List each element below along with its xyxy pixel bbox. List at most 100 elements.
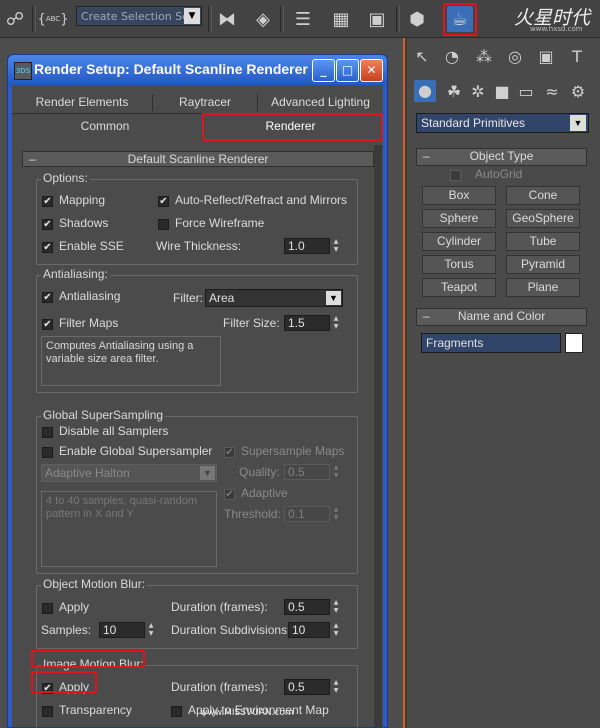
- spinner-arrows-icon[interactable]: ▲ ▼: [332, 599, 340, 615]
- close-button[interactable]: ✕: [360, 59, 383, 82]
- samples-spinner[interactable]: 10: [99, 622, 145, 638]
- supersample-maps-checkbox[interactable]: ✔: [224, 447, 235, 458]
- wire-thickness-label: Wire Thickness:: [156, 239, 242, 253]
- chevron-down-icon[interactable]: ▼: [570, 115, 586, 131]
- wire-thickness-spinner[interactable]: 1.0: [284, 238, 330, 254]
- curve-editor-icon[interactable]: ▦: [328, 6, 354, 32]
- motion-tab-icon[interactable]: ◎: [503, 45, 527, 69]
- subdivisions-spinner[interactable]: 10: [288, 622, 330, 638]
- tabs-row-top: Render Elements Raytracer Advanced Light…: [12, 91, 383, 114]
- antialiasing-title: Antialiasing:: [41, 267, 110, 281]
- create-tab-icon[interactable]: ↖: [410, 45, 434, 69]
- sampler-method-dropdown[interactable]: Adaptive Halton ▼: [41, 464, 217, 482]
- spinner-arrows-icon[interactable]: ▲ ▼: [147, 622, 155, 638]
- select-link-icon[interactable]: ☍: [2, 6, 28, 32]
- image-duration-spinner[interactable]: 0.5: [284, 679, 330, 695]
- object-button-teapot[interactable]: Teapot: [422, 278, 496, 297]
- material-editor-icon[interactable]: ⬢: [404, 6, 430, 32]
- filter-maps-checkbox[interactable]: ✔: [42, 319, 53, 330]
- shadows-checkbox[interactable]: ✔: [42, 219, 53, 230]
- selection-set-text: Create Selection Set: [81, 10, 194, 23]
- supersampling-title: Global SuperSampling: [41, 408, 166, 422]
- object-button-pyramid[interactable]: Pyramid: [506, 255, 580, 274]
- threshold-spinner[interactable]: 0.1: [284, 506, 330, 522]
- enable-sse-checkbox[interactable]: ✔: [42, 242, 53, 253]
- object-button-box[interactable]: Box: [422, 186, 496, 205]
- antialiasing-checkbox[interactable]: ✔: [42, 292, 53, 303]
- chevron-down-icon[interactable]: ▼: [184, 8, 200, 24]
- object-button-cone[interactable]: Cone: [506, 186, 580, 205]
- adaptive-checkbox[interactable]: ✔: [224, 489, 235, 500]
- spinner-arrows-icon[interactable]: ▲ ▼: [332, 464, 340, 480]
- force-wireframe-checkbox[interactable]: [158, 219, 169, 230]
- systems-icon[interactable]: ⚙: [566, 80, 590, 104]
- space-warps-icon[interactable]: ≈: [540, 80, 564, 104]
- helpers-icon[interactable]: ▭: [514, 80, 538, 104]
- disable-samplers-label: Disable all Samplers: [59, 424, 169, 438]
- site-logo: 火星时代 www.hxsd.com: [500, 3, 596, 35]
- dialog-scrollbar[interactable]: [374, 145, 382, 727]
- geometry-icon[interactable]: ●: [414, 80, 436, 102]
- object-button-plane[interactable]: Plane: [506, 278, 580, 297]
- object-duration-spinner[interactable]: 0.5: [284, 599, 330, 615]
- rollout-header[interactable]: – Default Scanline Renderer: [22, 151, 374, 167]
- object-button-sphere[interactable]: Sphere: [422, 209, 496, 228]
- object-button-cylinder[interactable]: Cylinder: [422, 232, 496, 251]
- spinner-arrows-icon[interactable]: ▲ ▼: [332, 622, 340, 638]
- primitive-category-dropdown[interactable]: Standard Primitives ▼: [416, 113, 589, 133]
- object-name-input[interactable]: Fragments: [421, 333, 561, 353]
- modify-tab-icon[interactable]: ◔: [440, 45, 464, 69]
- named-selection-icon[interactable]: {ABC}: [38, 6, 69, 32]
- enable-global-checkbox[interactable]: [42, 447, 53, 458]
- spinner-arrows-icon[interactable]: ▲ ▼: [332, 238, 340, 254]
- hierarchy-tab-icon[interactable]: ⁂: [472, 45, 496, 69]
- object-button-torus[interactable]: Torus: [422, 255, 496, 274]
- object-button-geosphere[interactable]: GeoSphere: [506, 209, 580, 228]
- align-icon[interactable]: ◈: [250, 6, 276, 32]
- mapping-checkbox[interactable]: ✔: [42, 196, 53, 207]
- env-map-checkbox[interactable]: [171, 706, 182, 717]
- mirror-icon[interactable]: ⧓: [214, 6, 240, 32]
- filter-size-spinner[interactable]: 1.5: [284, 315, 330, 331]
- chevron-down-icon[interactable]: ▼: [200, 466, 215, 480]
- tab-raytracer[interactable]: Raytracer: [153, 91, 257, 113]
- maximize-button[interactable]: □: [336, 59, 359, 82]
- supersample-maps-label: Supersample Maps: [241, 444, 345, 458]
- render-setup-icon[interactable]: ☕: [447, 6, 473, 32]
- object-type-header[interactable]: – Object Type: [416, 148, 587, 166]
- transparency-checkbox[interactable]: [42, 706, 53, 717]
- dialog-title-bar[interactable]: 3DS Render Setup: Default Scanline Rende…: [8, 55, 387, 85]
- filter-size-label: Filter Size:: [223, 316, 280, 330]
- object-color-swatch[interactable]: [565, 333, 583, 353]
- toolbar-separator: [208, 6, 212, 32]
- name-color-header[interactable]: – Name and Color: [416, 308, 587, 326]
- dialog-body: Render Elements Raytracer Advanced Light…: [12, 85, 383, 728]
- filter-value: Area: [209, 291, 235, 305]
- chevron-down-icon[interactable]: ▼: [326, 291, 341, 305]
- display-tab-icon[interactable]: ▣: [534, 45, 558, 69]
- tab-advanced-lighting[interactable]: Advanced Lighting: [258, 91, 383, 113]
- disable-samplers-checkbox[interactable]: [42, 427, 53, 438]
- toolbar-separator: [396, 6, 400, 32]
- utilities-tab-icon[interactable]: Т: [565, 45, 589, 69]
- lights-icon[interactable]: ✲: [466, 80, 490, 104]
- spinner-arrows-icon[interactable]: ▲ ▼: [332, 315, 340, 331]
- filter-dropdown[interactable]: Area ▼: [205, 289, 343, 307]
- primitive-category-value: Standard Primitives: [421, 116, 526, 130]
- object-button-tube[interactable]: Tube: [506, 232, 580, 251]
- autogrid-checkbox[interactable]: [450, 170, 461, 181]
- spinner-arrows-icon[interactable]: ▲ ▼: [332, 506, 340, 522]
- tab-render-elements[interactable]: Render Elements: [12, 91, 152, 113]
- cameras-icon[interactable]: ■: [490, 80, 514, 104]
- quality-spinner[interactable]: 0.5: [284, 464, 330, 480]
- layer-manager-icon[interactable]: ☰: [290, 6, 316, 32]
- selection-set-dropdown[interactable]: Create Selection Set ▼: [76, 6, 202, 26]
- tab-common[interactable]: Common: [12, 115, 198, 137]
- shapes-icon[interactable]: ☘: [442, 80, 466, 104]
- minimize-button[interactable]: _: [312, 59, 335, 82]
- object-blur-apply-checkbox[interactable]: [42, 603, 53, 614]
- threshold-label: Threshold:: [224, 507, 281, 521]
- auto-reflect-checkbox[interactable]: ✔: [158, 196, 169, 207]
- schematic-view-icon[interactable]: ▣: [364, 6, 390, 32]
- spinner-arrows-icon[interactable]: ▲ ▼: [332, 679, 340, 695]
